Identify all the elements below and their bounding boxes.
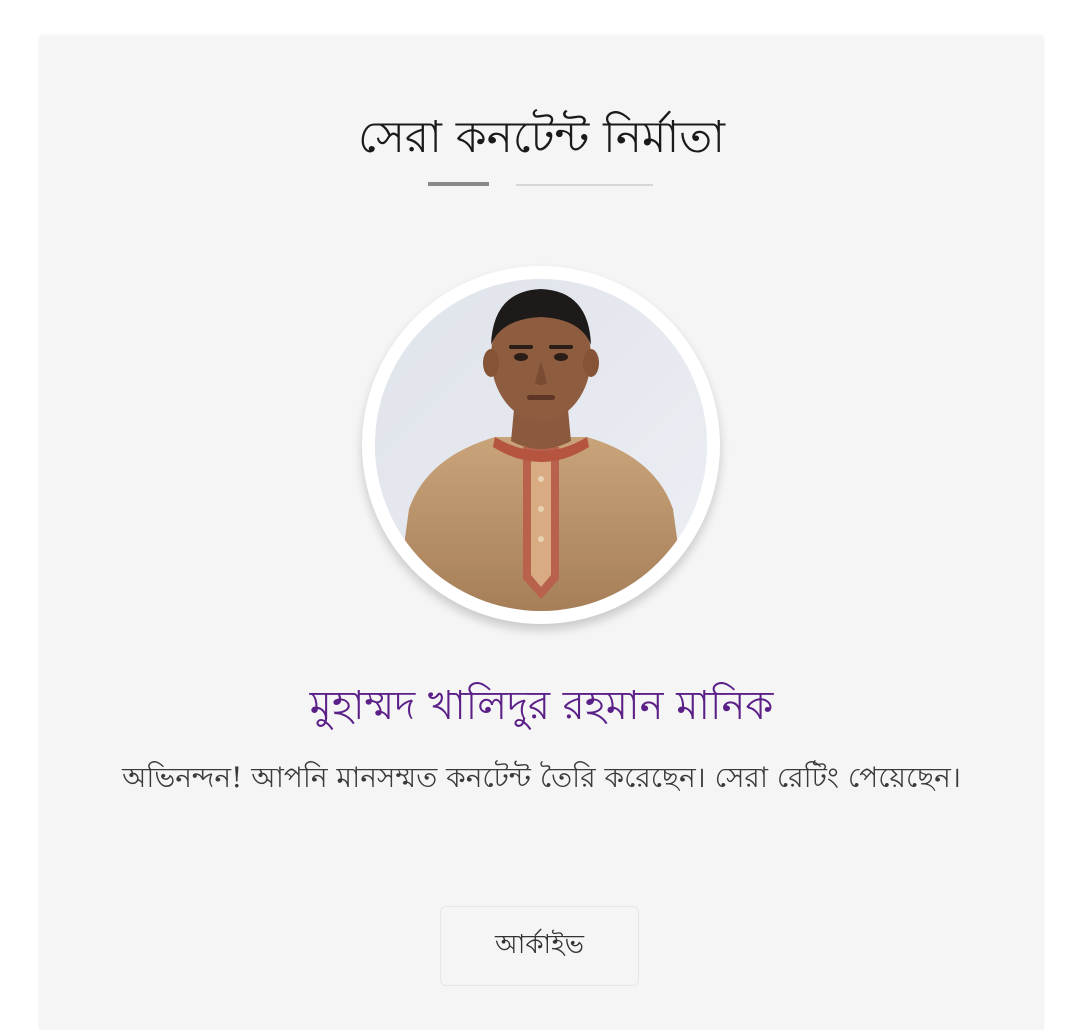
- archive-button[interactable]: আর্কাইভ: [440, 906, 639, 986]
- avatar: [375, 279, 707, 611]
- title-divider-active: [428, 182, 489, 186]
- congratulation-message: অভিনন্দন! আপনি মানসম্মত কনটেন্ট তৈরি করে…: [122, 761, 961, 794]
- profile-photo: [375, 279, 707, 611]
- card-title: সেরা কনটেন্ট নির্মাতা: [358, 112, 725, 163]
- avatar-frame: [362, 266, 720, 624]
- title-divider-inactive: [516, 184, 653, 186]
- featured-creator-card: সেরা কনটেন্ট নির্মাতা মুহাম্মদ খালিদুর র…: [40, 36, 1043, 1030]
- creator-name: মুহাম্মদ খালিদুর রহমান মানিক: [309, 683, 774, 729]
